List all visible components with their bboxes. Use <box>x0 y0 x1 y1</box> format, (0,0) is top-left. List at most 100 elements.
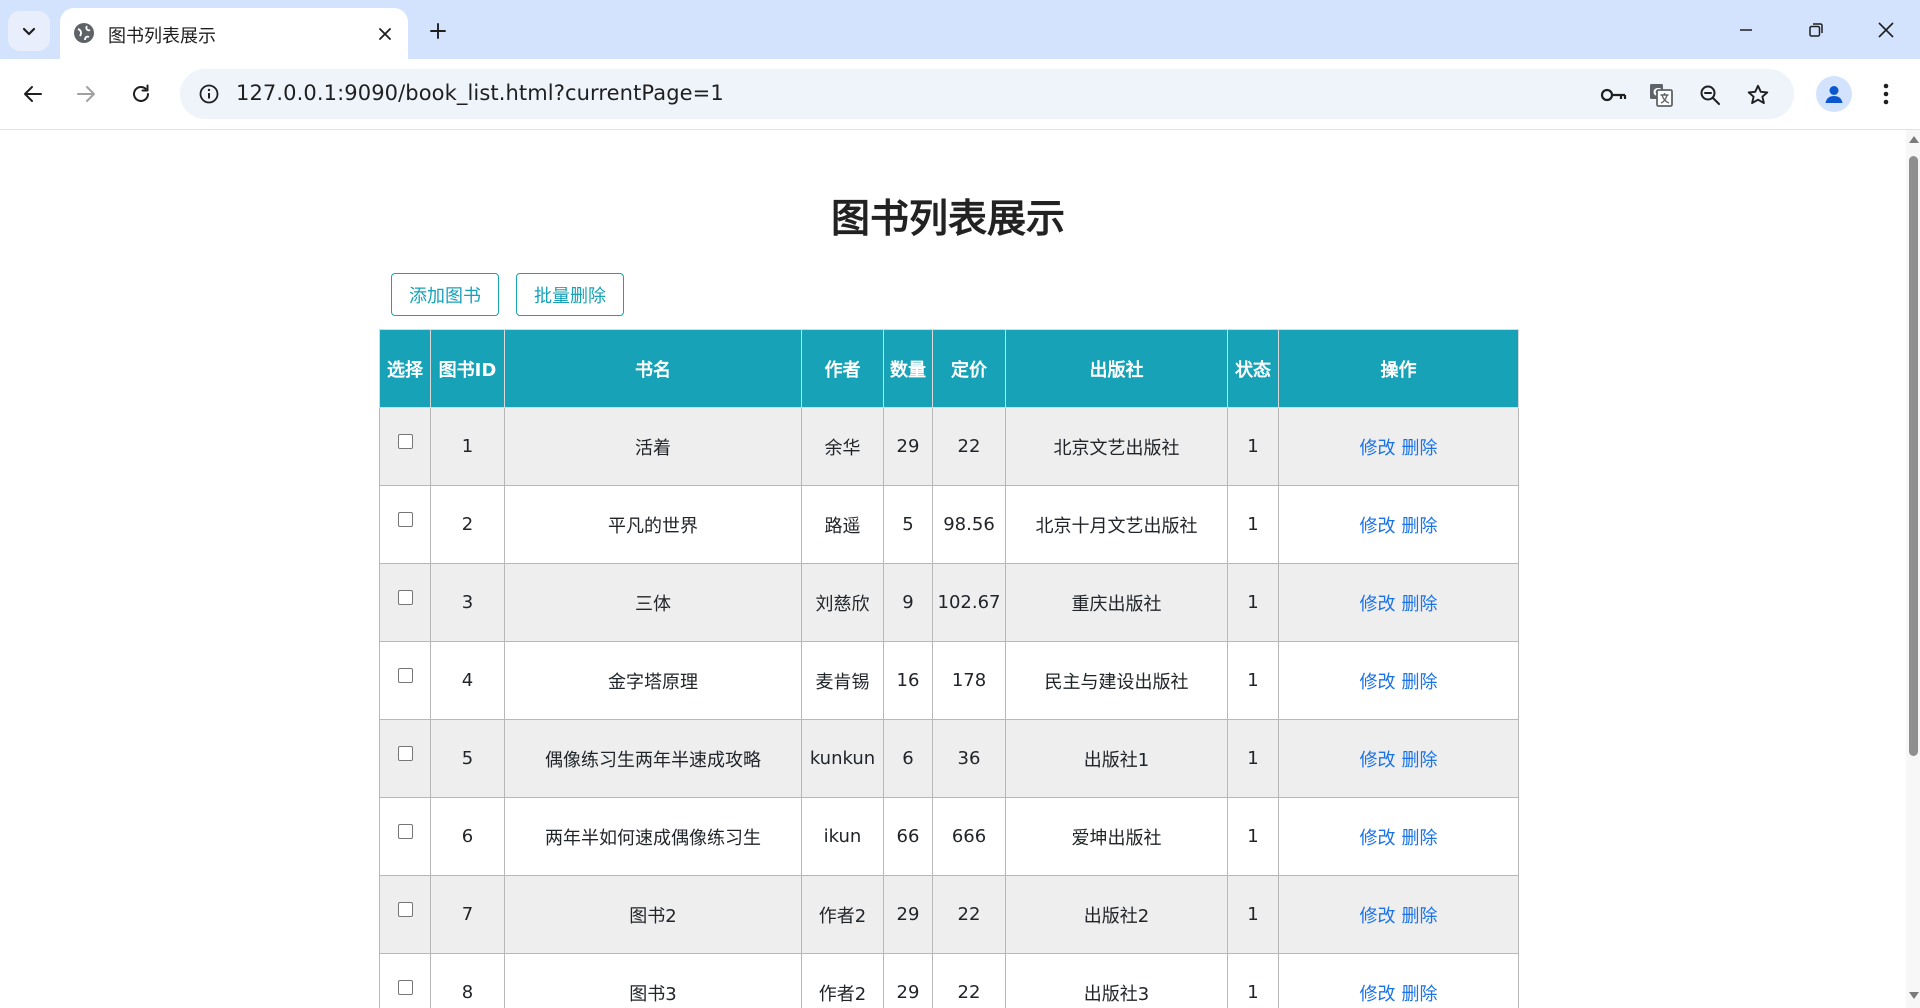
header-status: 状态 <box>1227 329 1279 408</box>
edit-link[interactable]: 修改 <box>1360 828 1396 849</box>
delete-link[interactable]: 删除 <box>1402 750 1438 771</box>
cell-name: 平凡的世界 <box>504 485 802 564</box>
edit-link[interactable]: 修改 <box>1360 516 1396 537</box>
header-id: 图书ID <box>430 329 505 408</box>
cell-id: 8 <box>430 953 505 1008</box>
plus-icon <box>430 23 446 39</box>
cell-author: 作者2 <box>801 875 884 954</box>
edit-link[interactable]: 修改 <box>1360 906 1396 927</box>
cell-ops: 修改 删除 <box>1278 797 1519 876</box>
cell-price: 102.67 <box>932 563 1006 642</box>
site-info-button[interactable] <box>194 79 224 109</box>
cell-author: 刘慈欣 <box>801 563 884 642</box>
cell-publisher: 爱坤出版社 <box>1005 797 1228 876</box>
cell-author: 作者2 <box>801 953 884 1008</box>
cell-id: 6 <box>430 797 505 876</box>
active-tab[interactable]: 图书列表展示 <box>60 8 408 59</box>
delete-link[interactable]: 删除 <box>1402 594 1438 615</box>
row-checkbox[interactable] <box>397 823 413 839</box>
bookmark-button[interactable] <box>1742 79 1774 111</box>
cell-publisher: 出版社3 <box>1005 953 1228 1008</box>
edit-link[interactable]: 修改 <box>1360 672 1396 693</box>
cell-id: 2 <box>430 485 505 564</box>
table-header-row: 选择 图书ID 书名 作者 数量 定价 出版社 状态 操作 <box>379 329 1519 408</box>
cell-publisher: 民主与建设出版社 <box>1005 641 1228 720</box>
tab-close-button[interactable] <box>372 21 398 47</box>
password-key-button[interactable] <box>1598 79 1630 111</box>
edit-link[interactable]: 修改 <box>1360 984 1396 1005</box>
edit-link[interactable]: 修改 <box>1360 438 1396 459</box>
scroll-down-arrow-icon[interactable] <box>1909 992 1919 999</box>
cell-select <box>379 719 431 798</box>
cell-author: kunkun <box>801 719 884 798</box>
cell-count: 29 <box>883 407 933 486</box>
scrollbar-thumb[interactable] <box>1909 156 1918 756</box>
cell-author: 路遥 <box>801 485 884 564</box>
row-checkbox[interactable] <box>397 979 413 995</box>
row-checkbox[interactable] <box>397 511 413 527</box>
header-select: 选择 <box>379 329 431 408</box>
header-author: 作者 <box>801 329 884 408</box>
zoom-icon <box>1700 85 1720 105</box>
scroll-up-arrow-icon[interactable] <box>1909 136 1919 143</box>
table-row: 3 三体 刘慈欣 9 102.67 重庆出版社 1 修改 删除 <box>379 563 1519 642</box>
tab-strip: 图书列表展示 <box>0 0 1920 59</box>
row-checkbox[interactable] <box>397 745 413 761</box>
cell-author: 麦肯锡 <box>801 641 884 720</box>
table-row: 2 平凡的世界 路遥 5 98.56 北京十月文艺出版社 1 修改 删除 <box>379 485 1519 564</box>
edit-link[interactable]: 修改 <box>1360 750 1396 771</box>
add-book-button[interactable]: 添加图书 <box>391 273 499 316</box>
delete-link[interactable]: 删除 <box>1402 906 1438 927</box>
profile-button[interactable] <box>1816 76 1852 112</box>
globe-icon <box>74 23 94 43</box>
browser-toolbar: 127.0.0.1:9090/book_list.html?currentPag… <box>0 59 1920 130</box>
reload-button[interactable] <box>121 74 161 114</box>
translate-button[interactable]: G <box>1645 79 1677 111</box>
cell-price: 22 <box>932 875 1006 954</box>
minimize-button[interactable] <box>1712 0 1780 59</box>
cell-publisher: 出版社1 <box>1005 719 1228 798</box>
back-button[interactable] <box>13 74 53 114</box>
cell-publisher: 北京文艺出版社 <box>1005 407 1228 486</box>
cell-status: 1 <box>1227 797 1279 876</box>
cell-publisher: 出版社2 <box>1005 875 1228 954</box>
row-checkbox[interactable] <box>397 589 413 605</box>
row-checkbox[interactable] <box>397 901 413 917</box>
row-checkbox[interactable] <box>397 667 413 683</box>
restore-button[interactable] <box>1782 0 1850 59</box>
cell-ops: 修改 删除 <box>1278 407 1519 486</box>
delete-link[interactable]: 删除 <box>1402 516 1438 537</box>
table-row: 7 图书2 作者2 29 22 出版社2 1 修改 删除 <box>379 875 1519 954</box>
delete-link[interactable]: 删除 <box>1402 828 1438 849</box>
address-bar[interactable]: 127.0.0.1:9090/book_list.html?currentPag… <box>180 69 1794 119</box>
new-tab-button[interactable] <box>418 11 458 51</box>
page-scrollbar[interactable] <box>1906 130 1920 1008</box>
table-row: 5 偶像练习生两年半速成攻略 kunkun 6 36 出版社1 1 修改 删除 <box>379 719 1519 798</box>
forward-button[interactable] <box>66 74 106 114</box>
edit-link[interactable]: 修改 <box>1360 594 1396 615</box>
cell-count: 66 <box>883 797 933 876</box>
kebab-menu-icon <box>1883 83 1889 105</box>
reload-icon <box>133 84 149 102</box>
tab-search-button[interactable] <box>8 11 50 51</box>
browser-menu-button[interactable] <box>1870 74 1902 114</box>
url-text[interactable]: 127.0.0.1:9090/book_list.html?currentPag… <box>236 81 724 105</box>
cell-status: 1 <box>1227 875 1279 954</box>
delete-link[interactable]: 删除 <box>1402 438 1438 459</box>
cell-price: 98.56 <box>932 485 1006 564</box>
delete-link[interactable]: 删除 <box>1402 984 1438 1005</box>
table-row: 1 活着 余华 29 22 北京文艺出版社 1 修改 删除 <box>379 407 1519 486</box>
tab-list-chevron-icon <box>22 27 36 36</box>
cell-publisher: 重庆出版社 <box>1005 563 1228 642</box>
cell-price: 36 <box>932 719 1006 798</box>
cell-id: 5 <box>430 719 505 798</box>
cell-name: 偶像练习生两年半速成攻略 <box>504 719 802 798</box>
cell-count: 9 <box>883 563 933 642</box>
batch-delete-button[interactable]: 批量删除 <box>516 273 624 316</box>
page-content: 图书列表展示 添加图书 批量删除 选择 图书ID 书名 作者 数量 定价 出版社… <box>0 130 1906 1008</box>
delete-link[interactable]: 删除 <box>1402 672 1438 693</box>
cell-select <box>379 797 431 876</box>
window-close-button[interactable] <box>1852 0 1920 59</box>
row-checkbox[interactable] <box>397 433 413 449</box>
zoom-button[interactable] <box>1694 79 1726 111</box>
